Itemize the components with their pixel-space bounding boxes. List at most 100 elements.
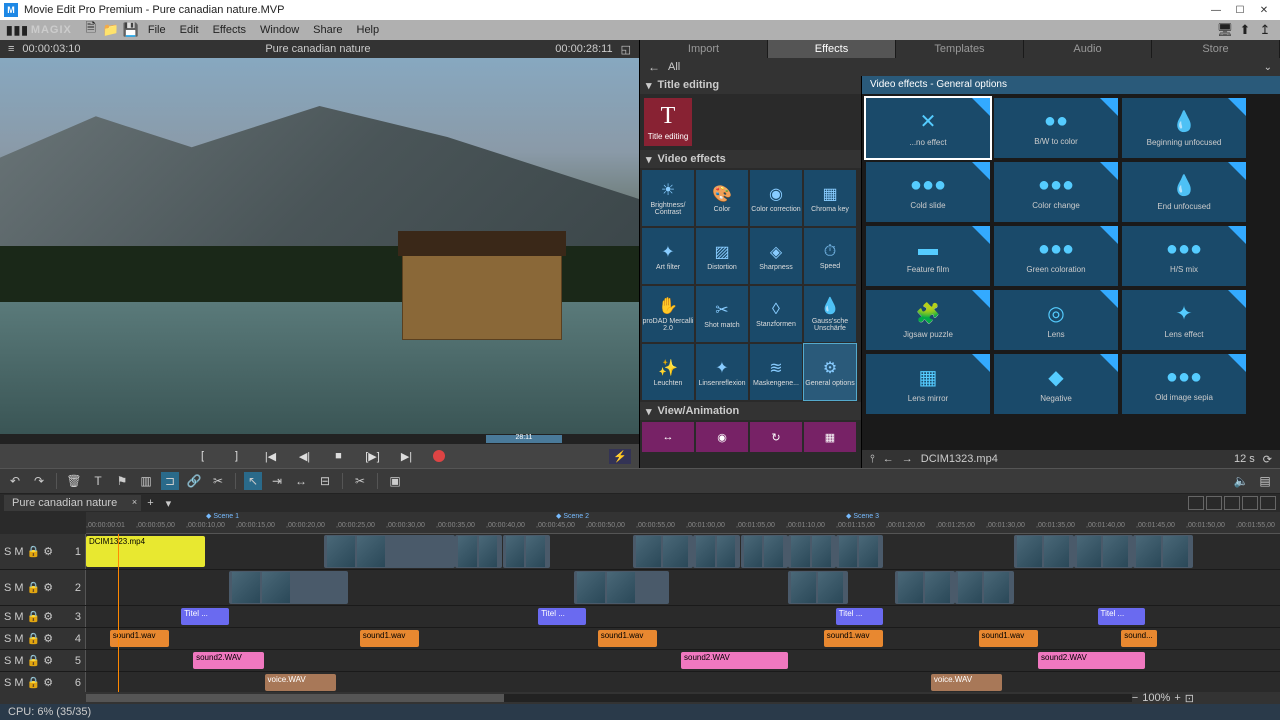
effect-category-tile[interactable]: ✦Linsenreflexion [696, 344, 748, 400]
timeline-clip[interactable]: sound... [1121, 630, 1157, 647]
video-preview[interactable] [0, 58, 639, 434]
record-button[interactable] [433, 450, 445, 462]
effect-category-tile[interactable]: ◈Sharpness [750, 228, 802, 284]
effect-preset-tile[interactable]: 💧Beginning unfocused [1122, 98, 1246, 158]
effect-category-tile[interactable]: ⏱Speed [804, 228, 856, 284]
monitor-icon[interactable]: 🖥 [1216, 22, 1234, 38]
timeline-clip[interactable] [788, 571, 848, 604]
timeline-clip[interactable] [955, 571, 1015, 604]
view-mode-1[interactable] [1188, 496, 1204, 510]
timeline-clip[interactable]: voice.WAV [931, 674, 1002, 691]
timeline-clip[interactable] [693, 535, 741, 568]
view-mode-5[interactable] [1260, 496, 1276, 510]
timeline-clip[interactable] [324, 535, 455, 568]
close-tab-icon[interactable]: × [132, 497, 137, 507]
timeline-clip[interactable] [895, 571, 955, 604]
prev-frame-button[interactable]: ◀| [297, 448, 313, 464]
menu-share[interactable]: Share [307, 24, 348, 36]
track-header[interactable]: SM🔒⚙2 [0, 570, 86, 605]
timeline-clip[interactable] [455, 535, 503, 568]
effect-preset-tile[interactable]: ◎Lens [994, 290, 1118, 350]
track-lane[interactable]: Titel ...Titel ...Titel ...Titel ... [86, 606, 1280, 627]
unlink-button[interactable]: ✂ [209, 472, 227, 490]
effect-category-tile[interactable]: ⚙General options [804, 344, 856, 400]
timeline-clip[interactable]: DCIM1323.mp4 [86, 536, 205, 567]
tree-section-title-editing[interactable]: ▾Title editing [640, 76, 861, 94]
effect-preset-tile[interactable]: ✕...no effect [866, 98, 990, 158]
effect-category-tile[interactable]: 💧Gauss'sche Unschärfe [804, 286, 856, 342]
menu-window[interactable]: Window [254, 24, 305, 36]
timeline-clip[interactable]: sound2.WAV [193, 652, 264, 669]
anim-tile[interactable]: ↔ [642, 422, 694, 452]
go-end-button[interactable]: ▶| [399, 448, 415, 464]
ungroup-button[interactable]: ⊐ [161, 472, 179, 490]
zoom-in-button[interactable]: + [1174, 692, 1180, 704]
timeline-tab[interactable]: Pure canadian nature× [4, 495, 141, 511]
preview-scrubber[interactable]: 28:11 [0, 434, 639, 444]
timeline-clip[interactable]: sound2.WAV [1038, 652, 1145, 669]
scene-marker[interactable]: ◆ Scene 1 [206, 512, 239, 520]
pin-icon[interactable]: ⫯ [870, 453, 875, 466]
track-header[interactable]: SM🔒⚙4 [0, 628, 86, 649]
timeline-clip[interactable] [1074, 535, 1134, 568]
track-header[interactable]: SM🔒⚙5 [0, 650, 86, 671]
timeline-clip[interactable] [229, 571, 348, 604]
range-tool[interactable]: ⇥ [268, 472, 286, 490]
timeline-clip[interactable] [788, 535, 836, 568]
title-editing-tile[interactable]: TTitle editing [644, 98, 692, 146]
add-tab-button[interactable]: + [141, 497, 159, 509]
zoom-fit-button[interactable]: ⊡ [1185, 692, 1194, 705]
view-mode-2[interactable] [1206, 496, 1222, 510]
export-icon[interactable]: ⬆ [1236, 22, 1254, 38]
scene-marker[interactable]: ◆ Scene 3 [846, 512, 879, 520]
save-icon[interactable]: 💾 [122, 22, 140, 38]
tab-import[interactable]: Import [640, 40, 768, 58]
title-button[interactable]: T [89, 472, 107, 490]
timeline-clip[interactable] [633, 535, 693, 568]
track-header[interactable]: SM🔒⚙3 [0, 606, 86, 627]
stop-button[interactable]: ■ [331, 448, 347, 464]
effect-preset-tile[interactable]: 💧End unfocused [1122, 162, 1246, 222]
chevron-down-icon[interactable]: ⌄ [1264, 62, 1272, 73]
track-lane[interactable] [86, 570, 1280, 605]
effect-preset-tile[interactable]: ✦Lens effect [1122, 290, 1246, 350]
effect-category-tile[interactable]: ✋proDAD Mercalli 2.0 [642, 286, 694, 342]
timeline-clip[interactable] [836, 535, 884, 568]
mark-in-button[interactable]: [ [195, 448, 211, 464]
snap-button[interactable]: ▣ [386, 472, 404, 490]
close-button[interactable]: ✕ [1252, 5, 1276, 16]
timeline-clip[interactable]: sound1.wav [979, 630, 1039, 647]
anim-tile[interactable]: ◉ [696, 422, 748, 452]
effect-category-tile[interactable]: ✂Shot match [696, 286, 748, 342]
tab-audio[interactable]: Audio [1024, 40, 1152, 58]
effects-filter-dropdown[interactable]: All [668, 61, 1264, 73]
new-icon[interactable]: 🗎 [82, 22, 100, 38]
open-icon[interactable]: 📁 [102, 22, 120, 38]
anim-tile[interactable]: ▦ [804, 422, 856, 452]
view-mode-3[interactable] [1224, 496, 1240, 510]
effect-category-tile[interactable]: ▦Chroma key [804, 170, 856, 226]
tree-section-video-effects[interactable]: ▾Video effects [640, 150, 861, 168]
timeline-scroll[interactable]: − 100% + ⊡ [0, 692, 1280, 704]
effect-category-tile[interactable]: ☀Brightness/ Contrast [642, 170, 694, 226]
timeline-clip[interactable]: Titel ... [836, 608, 884, 625]
mixer-button[interactable]: ▤ [1256, 472, 1274, 490]
flash-icon[interactable]: ⚡ [609, 449, 631, 464]
effect-preset-tile[interactable]: ▦Lens mirror [866, 354, 990, 414]
zoom-out-button[interactable]: − [1132, 692, 1138, 704]
effect-preset-tile[interactable]: ●●●Cold slide [866, 162, 990, 222]
upload-icon[interactable]: ↥ [1256, 22, 1274, 38]
timeline-clip[interactable]: Titel ... [1098, 608, 1146, 625]
maximize-button[interactable]: ☐ [1228, 5, 1252, 16]
timeline-clip[interactable]: sound1.wav [824, 630, 884, 647]
effect-preset-tile[interactable]: ●●●Green coloration [994, 226, 1118, 286]
nav-fwd-icon[interactable]: → [902, 453, 913, 465]
track-lane[interactable]: DCIM1323.mp4 [86, 534, 1280, 569]
menu-file[interactable]: File [142, 24, 172, 36]
effect-preset-tile[interactable]: ●●●H/S mix [1122, 226, 1246, 286]
marker-button[interactable]: ⚑ [113, 472, 131, 490]
fx-button[interactable]: ✂ [351, 472, 369, 490]
minimize-button[interactable]: — [1204, 5, 1228, 16]
view-mode-4[interactable] [1242, 496, 1258, 510]
timeline-clip[interactable] [1014, 535, 1074, 568]
